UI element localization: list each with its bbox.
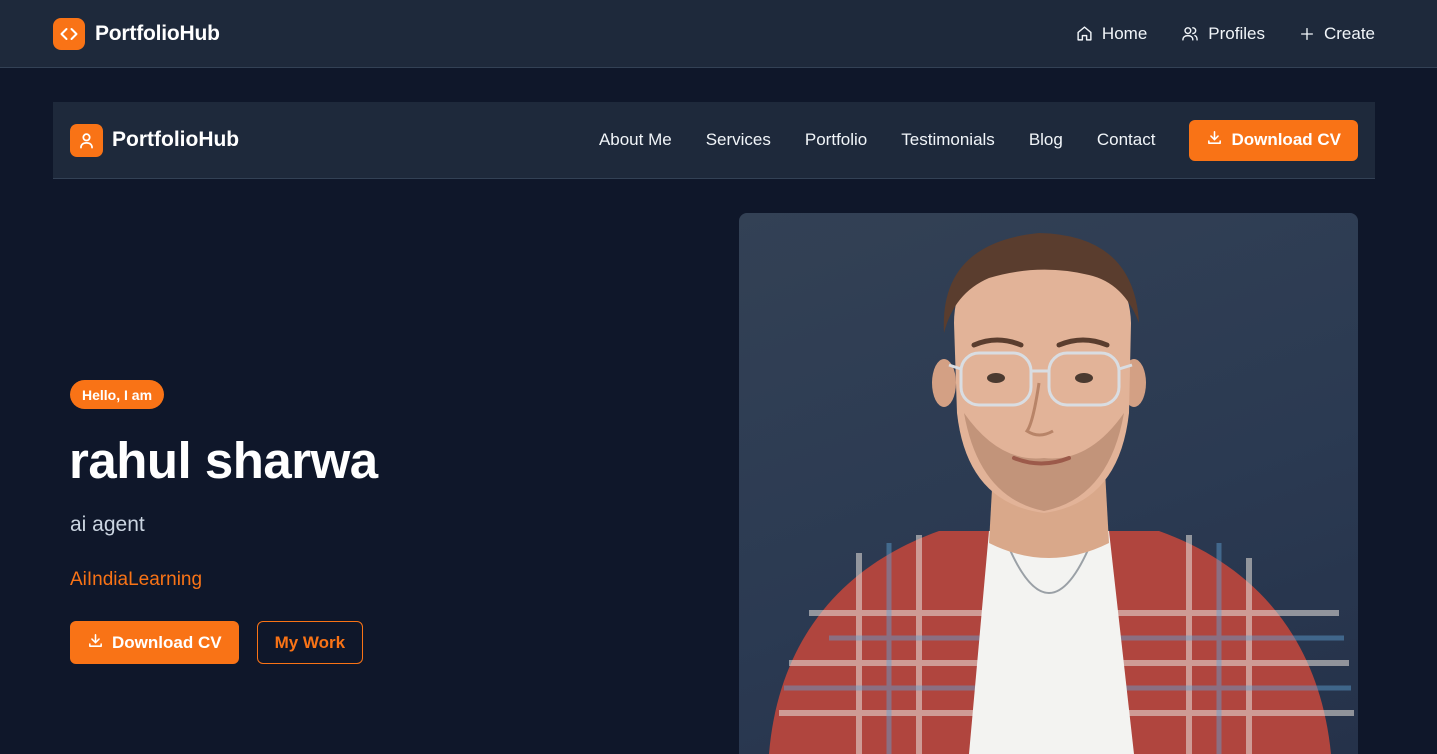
download-icon [87, 632, 104, 654]
code-icon [53, 17, 85, 50]
nav-create[interactable]: Create [1299, 24, 1375, 44]
portfolio-brand[interactable]: PortfolioHub [70, 123, 240, 157]
portrait-photo [769, 233, 1354, 754]
hero-download-cv-button[interactable]: Download CV [70, 621, 239, 664]
nav-profiles[interactable]: Profiles [1181, 24, 1265, 44]
home-icon [1076, 25, 1093, 42]
portfolio-nav-links: About Me Services Portfolio Testimonials… [599, 130, 1156, 150]
nav-link-blog[interactable]: Blog [1029, 130, 1063, 150]
nav-create-label: Create [1323, 23, 1375, 43]
nav-link-testimonials[interactable]: Testimonials [901, 130, 995, 150]
hero-actions: Download CV My Work [70, 621, 364, 664]
nav-link-services[interactable]: Services [706, 130, 771, 150]
nav-link-contact[interactable]: Contact [1097, 130, 1156, 150]
user-icon [70, 123, 103, 157]
nav-link-portfolio[interactable]: Portfolio [805, 130, 867, 150]
users-icon [1181, 25, 1199, 42]
nav-home[interactable]: Home [1076, 24, 1147, 44]
app-brand[interactable]: PortfolioHub [53, 17, 220, 50]
portfolio-nav-right: About Me Services Portfolio Testimonials… [599, 119, 1358, 161]
hero-role: ai agent [70, 513, 145, 536]
portfolio-brand-name: PortfolioHub [112, 128, 240, 151]
nav-download-cv-button[interactable]: Download CV [1189, 119, 1358, 161]
portfolio-nav: PortfolioHub About Me Services Portfolio… [53, 102, 1375, 179]
portrait-card [739, 213, 1358, 754]
hero-greeting-badge: Hello, I am [70, 380, 165, 409]
hero-download-cv-label: Download CV [112, 632, 222, 652]
download-icon [1206, 129, 1223, 151]
app-brand-name: PortfolioHub [95, 21, 220, 45]
my-work-button[interactable]: My Work [256, 621, 364, 664]
hero-name: rahul sharwa [69, 432, 378, 489]
nav-home-label: Home [1101, 23, 1148, 43]
nav-download-cv-label: Download CV [1231, 130, 1341, 149]
plus-icon [1299, 26, 1315, 42]
nav-link-about-me[interactable]: About Me [599, 130, 672, 150]
app-header: PortfolioHub Home Profiles Create [0, 0, 1437, 68]
app-nav: Home Profiles Create [1076, 24, 1375, 44]
hero-organization: AiIndiaLearning [70, 569, 203, 590]
nav-profiles-label: Profiles [1208, 23, 1265, 43]
